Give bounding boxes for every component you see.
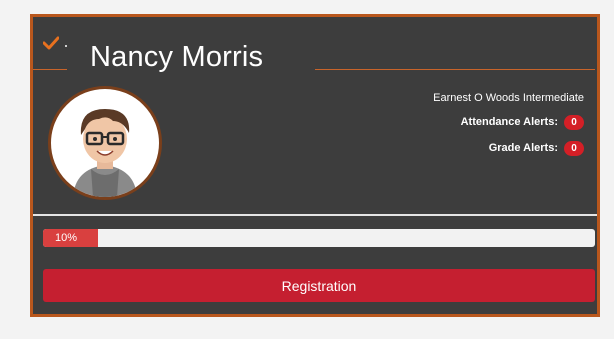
school-name: Earnest O Woods Intermediate (433, 92, 584, 104)
student-avatar-icon (55, 93, 155, 197)
student-name: Nancy Morris (90, 41, 264, 73)
grade-alerts-label: Grade Alerts: (488, 142, 558, 154)
attendance-alerts-badge[interactable]: 0 (564, 114, 584, 130)
student-info: Earnest O Woods Intermediate Attendance … (433, 92, 584, 166)
registration-button[interactable]: Registration (43, 269, 595, 302)
section-divider (33, 214, 597, 216)
grade-alerts-badge[interactable]: 0 (564, 140, 584, 156)
attendance-alerts-label: Attendance Alerts: (460, 116, 558, 128)
title-rule-left (33, 69, 67, 70)
checkmark-icon[interactable] (43, 36, 59, 50)
grade-alerts-row: Grade Alerts: 0 (433, 140, 584, 156)
student-card: Nancy Morris Earnest O Woods Intermediat… (30, 14, 600, 317)
attendance-alerts-row: Attendance Alerts: 0 (433, 114, 584, 130)
progress-bar: 10% (43, 229, 595, 247)
avatar (48, 86, 162, 200)
title-rule-right (315, 69, 595, 70)
divider-dot (65, 45, 67, 47)
progress-label: 10% (55, 232, 78, 244)
